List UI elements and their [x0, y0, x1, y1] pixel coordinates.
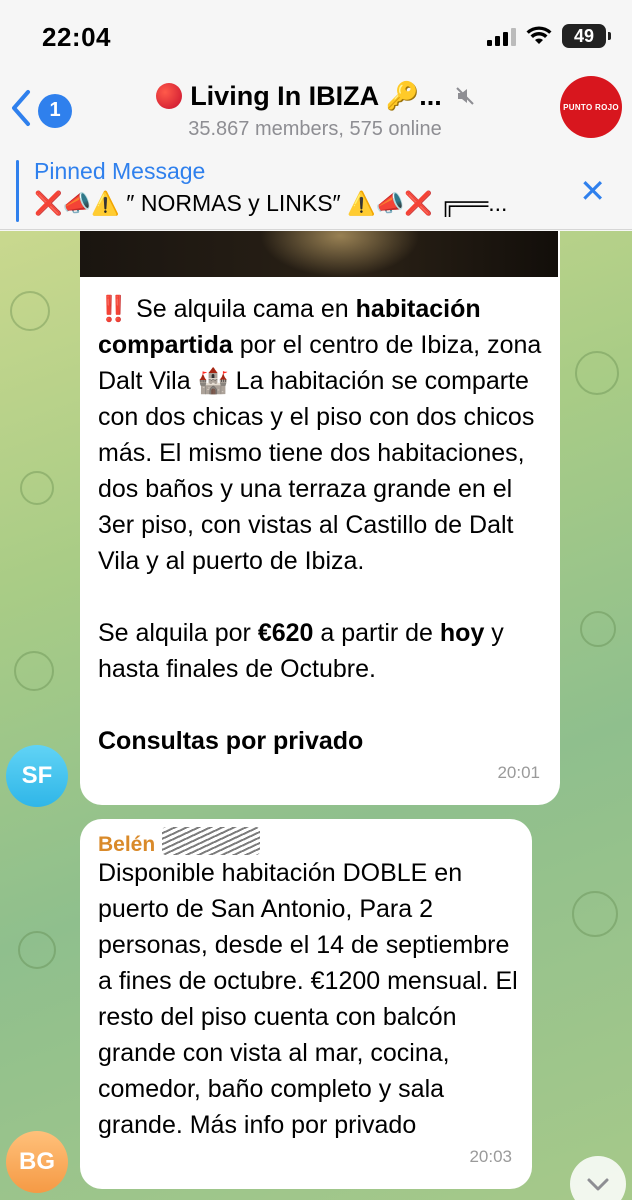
message-time: 20:03 — [469, 1147, 512, 1166]
pinned-title: Pinned Message — [34, 158, 206, 184]
redaction-scribble — [162, 827, 260, 855]
wifi-icon — [526, 26, 552, 46]
message-text: ‼️ Se alquila cama en habitación compart… — [98, 291, 548, 759]
close-icon[interactable]: ✕ — [579, 172, 606, 210]
doodle-icon — [18, 931, 56, 969]
message-text-part: a partir de — [313, 619, 440, 647]
chevron-down-icon — [586, 1168, 610, 1200]
chat-area[interactable]: ‼️ Se alquila cama en habitación compart… — [0, 231, 632, 1200]
battery-indicator: 49 — [562, 24, 611, 48]
doodle-icon — [10, 291, 50, 331]
message-text-part: ‼️ Se alquila cama en — [98, 295, 356, 323]
pinned-text: ❌📣⚠️ ″ NORMAS y LINKS″ ⚠️📣❌ ╔══... — [34, 190, 508, 216]
pinned-indicator — [16, 160, 19, 222]
message-text-bold: Consultas por privado — [98, 727, 364, 755]
muted-speaker-icon — [456, 81, 474, 112]
doodle-icon — [572, 891, 618, 937]
status-time: 22:04 — [42, 22, 111, 52]
price-text: €620 — [257, 619, 314, 647]
doodle-icon — [20, 471, 54, 505]
pinned-message-bar[interactable]: Pinned Message ❌📣⚠️ ″ NORMAS y LINKS″ ⚠️… — [0, 150, 632, 230]
message-text: Disponible habitación DOBLE en puerto de… — [98, 859, 518, 1139]
doodle-icon — [580, 611, 616, 647]
message-text-part: por el centro de Ibiza, zona Dalt Vila 🏰… — [98, 331, 542, 575]
doodle-icon — [575, 351, 619, 395]
avatar[interactable]: BG — [6, 1131, 68, 1193]
chat-title: Living In IBIZA 🔑... — [190, 81, 442, 111]
chat-header: 1 Living In IBIZA 🔑... 35.867 members, 5… — [0, 70, 632, 150]
member-count: 35.867 members, 575 online — [188, 118, 442, 140]
cellular-signal-icon — [487, 26, 516, 46]
message-text-part: Se alquila por — [98, 619, 258, 647]
avatar[interactable]: SF — [6, 745, 68, 807]
chat-title-area[interactable]: Living In IBIZA 🔑... 35.867 members, 575… — [110, 80, 520, 141]
red-circle-icon — [156, 83, 183, 109]
message-text-bold: hoy — [439, 619, 485, 647]
message-bubble[interactable]: Belén Disponible habitación DOBLE en pue… — [80, 819, 532, 1189]
status-icons: 49 — [487, 24, 611, 48]
message-image[interactable] — [80, 231, 558, 277]
scroll-down-button[interactable] — [570, 1156, 626, 1200]
message-bubble[interactable]: ‼️ Se alquila cama en habitación compart… — [80, 231, 560, 805]
back-button[interactable]: 1 — [10, 88, 72, 133]
message-time: 20:01 — [497, 763, 540, 782]
unread-count-badge: 1 — [38, 93, 72, 128]
doodle-icon — [14, 651, 54, 691]
channel-avatar[interactable]: PUNTO ROJO — [560, 76, 622, 138]
chevron-left-icon — [10, 88, 34, 133]
status-bar: 22:04 49 — [0, 0, 632, 70]
